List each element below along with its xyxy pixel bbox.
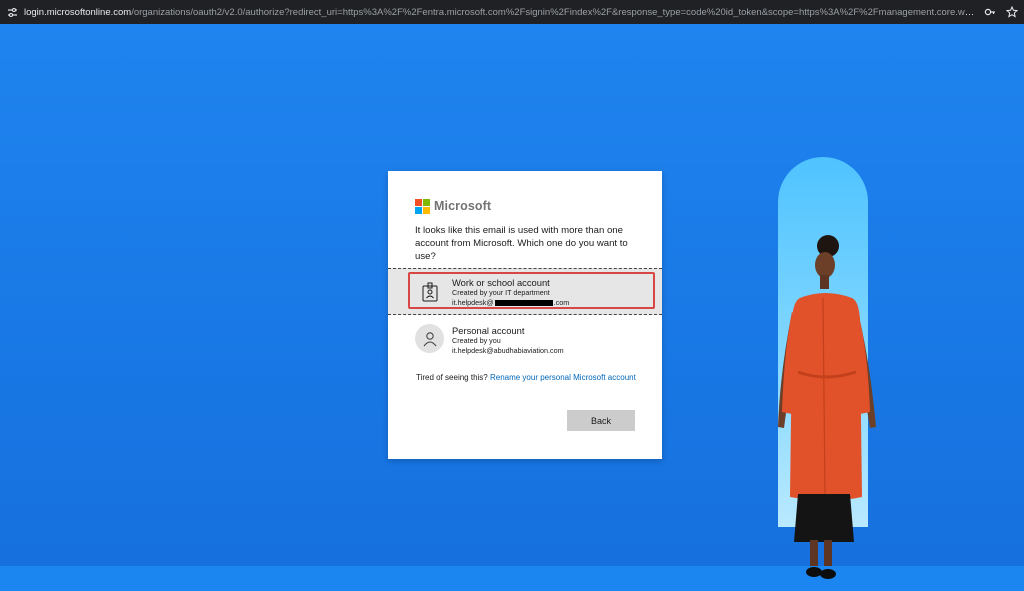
personal-account-created-by: Created by you [452,336,501,345]
brand-name: Microsoft [434,199,492,213]
person-illustration [770,232,880,582]
rename-account-link[interactable]: Rename your personal Microsoft account [490,373,636,382]
tired-text: Tired of seeing this? [416,373,490,382]
account-choice-prompt: It looks like this email is used with mo… [415,225,628,262]
url-host: login.microsoftonline.com [24,6,132,18]
back-button[interactable]: Back [567,410,635,431]
account-picker-card: Microsoft It looks like this email is us… [388,171,662,459]
work-email-prefix: it.helpdesk@ [452,298,494,307]
bookmark-star-icon[interactable] [1006,6,1018,18]
work-account-title: Work or school account [452,277,550,288]
personal-account-option[interactable]: Personal account Created by you it.helpd… [388,317,662,364]
work-account-option[interactable]: Work or school account Created by your I… [388,268,662,315]
url-field[interactable]: login.microsoftonline.com/organizations/… [24,7,976,18]
site-info-icon[interactable] [6,6,18,18]
person-icon [415,324,444,353]
work-account-email: it.helpdesk@ .com [452,298,569,308]
badge-icon [415,277,444,306]
microsoft-squares-icon [415,199,430,214]
url-path: /organizations/oauth2/v2.0/authorize?red… [131,6,976,18]
redacted-domain [494,300,553,307]
personal-account-email: it.helpdesk@abudhabiaviation.com [452,346,564,355]
tired-message: Tired of seeing this? Rename your person… [416,372,641,384]
microsoft-logo: Microsoft [415,199,492,214]
personal-account-title: Personal account [452,325,525,336]
work-account-created-by: Created by your IT department [452,288,550,297]
browser-address-bar: login.microsoftonline.com/organizations/… [0,0,1024,24]
work-email-suffix: .com [553,298,570,307]
key-icon[interactable] [984,6,996,18]
